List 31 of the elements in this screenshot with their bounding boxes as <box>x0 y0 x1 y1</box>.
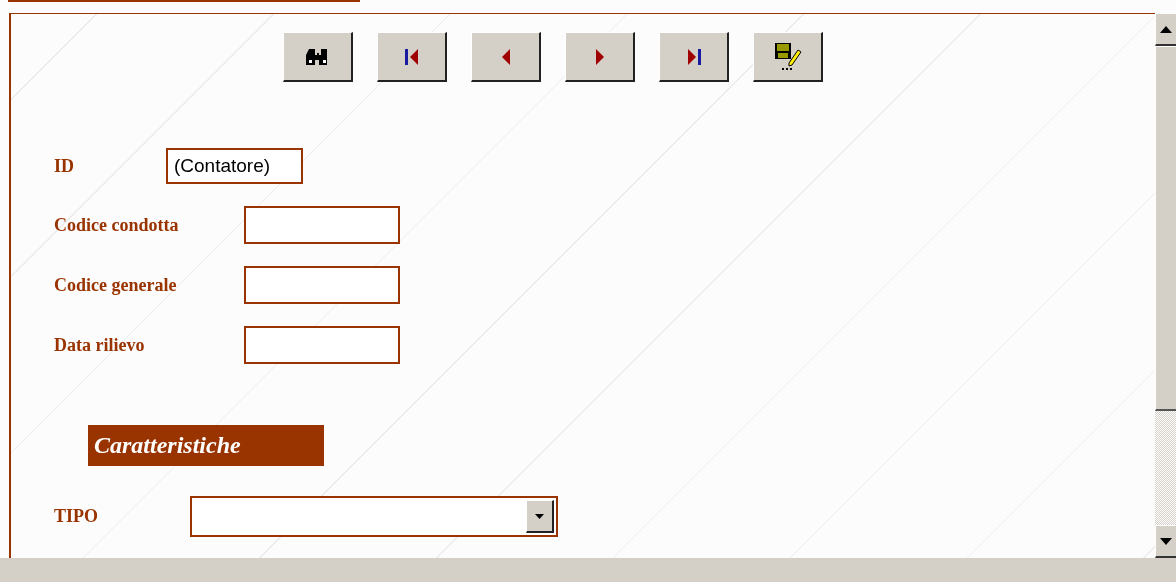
binoculars-icon <box>305 46 330 67</box>
field-label: Codice generale <box>54 274 178 296</box>
section-title: Caratteristiche <box>88 425 324 466</box>
combo-box[interactable] <box>190 496 558 537</box>
input-field[interactable] <box>244 266 400 304</box>
input-field[interactable] <box>244 326 400 364</box>
next-record-icon <box>594 47 605 66</box>
field-label: Codice condotta <box>54 214 180 236</box>
toolbar-button[interactable] <box>565 32 635 82</box>
field-label: TIPO <box>54 506 99 527</box>
toolbar-button[interactable] <box>659 32 729 82</box>
toolbar-button[interactable] <box>283 32 353 82</box>
down-arrow-icon <box>1160 537 1172 545</box>
toolbar-button[interactable] <box>471 32 541 82</box>
input-field[interactable]: (Contatore) <box>166 148 303 184</box>
first-record-icon <box>403 47 420 66</box>
up-arrow-icon <box>1160 25 1172 33</box>
toolbar-button[interactable] <box>753 32 823 82</box>
caret-icon <box>535 513 544 519</box>
scroll-up-button[interactable] <box>1155 13 1176 46</box>
scroll-down-button[interactable] <box>1155 525 1176 558</box>
scroll-thumb[interactable] <box>1155 46 1176 411</box>
scrollbar[interactable] <box>1155 13 1176 558</box>
previous-record-icon <box>500 47 511 66</box>
floppy-pencil-icon <box>773 41 802 72</box>
field-label: ID <box>54 155 75 177</box>
input-field[interactable] <box>244 206 400 244</box>
last-record-icon <box>685 47 702 66</box>
field-label: Data rilievo <box>54 334 146 356</box>
toolbar-button[interactable] <box>377 32 447 82</box>
dropdown-button[interactable] <box>526 500 554 533</box>
